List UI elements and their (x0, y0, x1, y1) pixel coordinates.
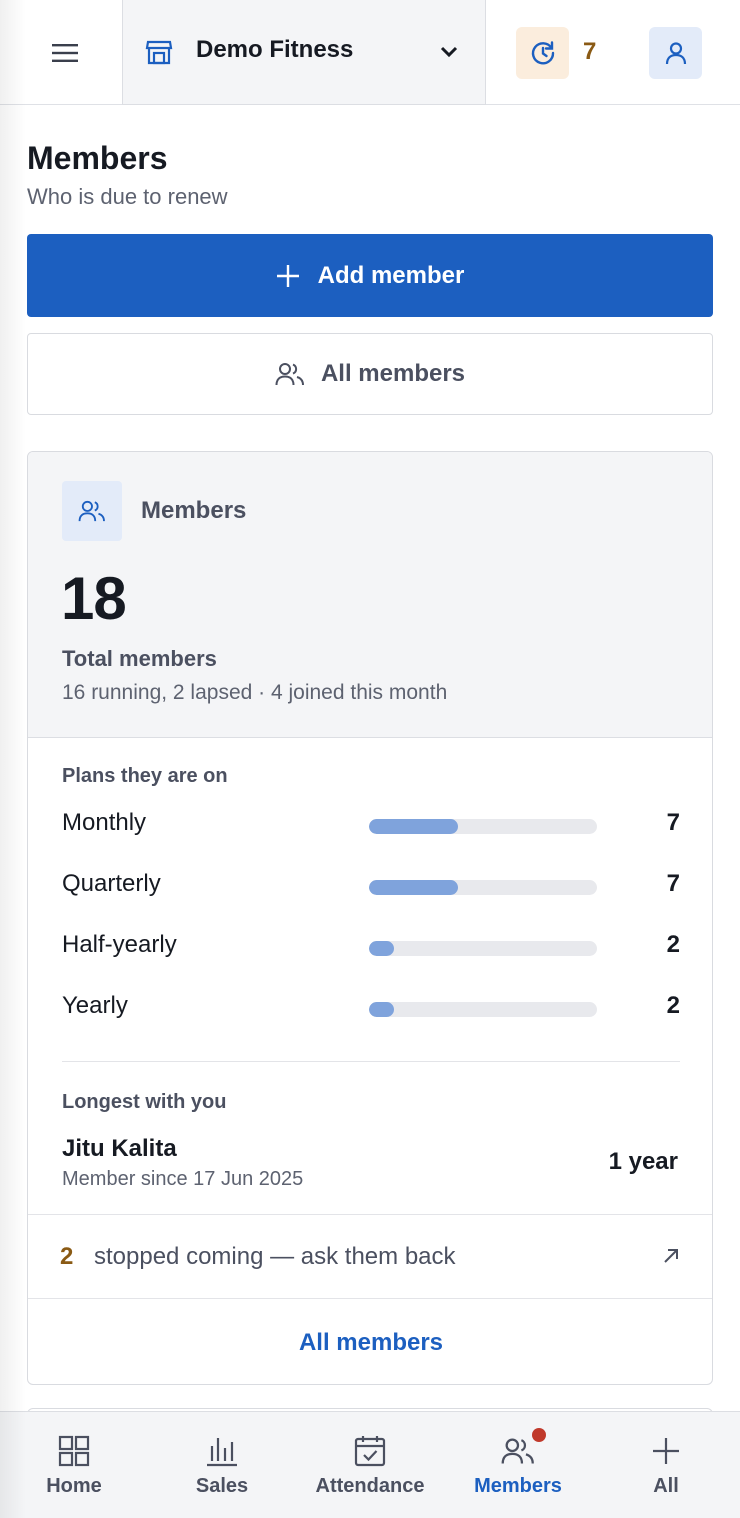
card-label: Members (141, 497, 247, 524)
plan-count: 2 (666, 931, 680, 958)
nav-attendance[interactable]: Attendance (296, 1412, 444, 1518)
grid-icon (58, 1435, 90, 1467)
plan-count: 7 (666, 870, 680, 897)
gym-selector[interactable]: Demo Fitness (122, 0, 486, 105)
plans-heading: Plans they are on (62, 765, 228, 787)
menu-button[interactable] (38, 26, 92, 80)
page-title: Members (27, 140, 168, 176)
bar-chart-icon (207, 1438, 237, 1467)
total-members-label: Total members (62, 646, 217, 671)
renew-due-button[interactable] (516, 27, 569, 79)
total-members-breakdown: 16 running, 2 lapsed · 4 joined this mon… (62, 681, 448, 704)
nav-members[interactable]: Members (444, 1412, 592, 1518)
plan-bar-track (369, 819, 597, 834)
stopped-coming-row[interactable]: 2 stopped coming — ask them back (28, 1214, 712, 1298)
stopped-count: 2 (60, 1243, 74, 1270)
plan-row-monthly: Monthly 7 (28, 805, 712, 845)
all-members-link[interactable]: All members (299, 1329, 443, 1357)
bottom-nav: Home Sales Attendance Members All (0, 1411, 740, 1518)
plan-name: Yearly (62, 992, 128, 1019)
calendar-check-icon (354, 1436, 386, 1467)
plan-row-half-yearly: Half-yearly 2 (28, 927, 712, 967)
users-icon (275, 363, 304, 386)
plus-icon (276, 264, 299, 287)
plan-bar-track (369, 941, 597, 956)
plan-row-yearly: Yearly 2 (28, 988, 712, 1028)
longest-heading: Longest with you (62, 1091, 227, 1113)
nav-home[interactable]: Home (0, 1412, 148, 1518)
plan-bar-fill (369, 1002, 395, 1017)
plan-name: Quarterly (62, 870, 161, 897)
users-icon (501, 1438, 534, 1464)
notification-dot (532, 1428, 546, 1442)
card-footer: All members (28, 1298, 712, 1384)
store-icon (145, 40, 173, 65)
users-icon (78, 500, 105, 522)
plan-bar-fill (369, 941, 395, 956)
nav-label: Home (46, 1475, 102, 1497)
plan-bar-track (369, 880, 597, 895)
user-icon (665, 42, 686, 65)
card-icon-box (62, 481, 122, 541)
nav-all[interactable]: All (592, 1412, 740, 1518)
plan-bar-fill (369, 819, 458, 834)
longest-member-duration: 1 year (608, 1148, 678, 1175)
gym-name: Demo Fitness (196, 36, 354, 63)
menu-icon (52, 44, 78, 62)
renew-clock-icon (531, 41, 554, 65)
plan-row-quarterly: Quarterly 7 (28, 866, 712, 906)
add-member-button[interactable]: Add member (27, 234, 713, 317)
longest-member-since: Member since 17 Jun 2025 (62, 1168, 304, 1190)
nav-label: Members (474, 1475, 562, 1497)
top-bar: Demo Fitness 7 (0, 0, 740, 105)
nav-label: Sales (195, 1475, 249, 1497)
longest-member-name[interactable]: Jitu Kalita (62, 1135, 177, 1163)
edge-shadow (0, 0, 26, 1518)
divider (62, 1061, 680, 1062)
profile-button[interactable] (649, 27, 702, 79)
nav-label: All (653, 1475, 679, 1497)
app-screen: Demo Fitness 7 Members Who is due to ren… (0, 0, 740, 1518)
stopped-text: stopped coming — ask them back (94, 1243, 456, 1270)
members-summary-card: Members 18 Total members 16 running, 2 l… (27, 451, 713, 1385)
plan-bar-track (369, 1002, 597, 1017)
nav-sales[interactable]: Sales (148, 1412, 296, 1518)
plan-name: Half-yearly (62, 931, 177, 958)
plan-name: Monthly (62, 809, 147, 836)
page-subtitle: Who is due to renew (27, 184, 228, 209)
arrow-up-right-icon (664, 1249, 678, 1263)
card-summary: Members 18 Total members 16 running, 2 l… (28, 452, 712, 738)
plan-count: 2 (666, 992, 680, 1019)
plus-icon (653, 1438, 679, 1464)
nav-label: Attendance (315, 1475, 425, 1497)
total-members-count: 18 (61, 565, 127, 632)
all-members-button[interactable]: All members (27, 333, 713, 415)
plan-bar-fill (369, 880, 458, 895)
plan-count: 7 (666, 809, 680, 836)
renew-due-count: 7 (583, 38, 597, 65)
all-members-label: All members (320, 360, 466, 387)
add-member-label: Add member (317, 261, 465, 289)
chevron-down-icon (440, 46, 458, 58)
